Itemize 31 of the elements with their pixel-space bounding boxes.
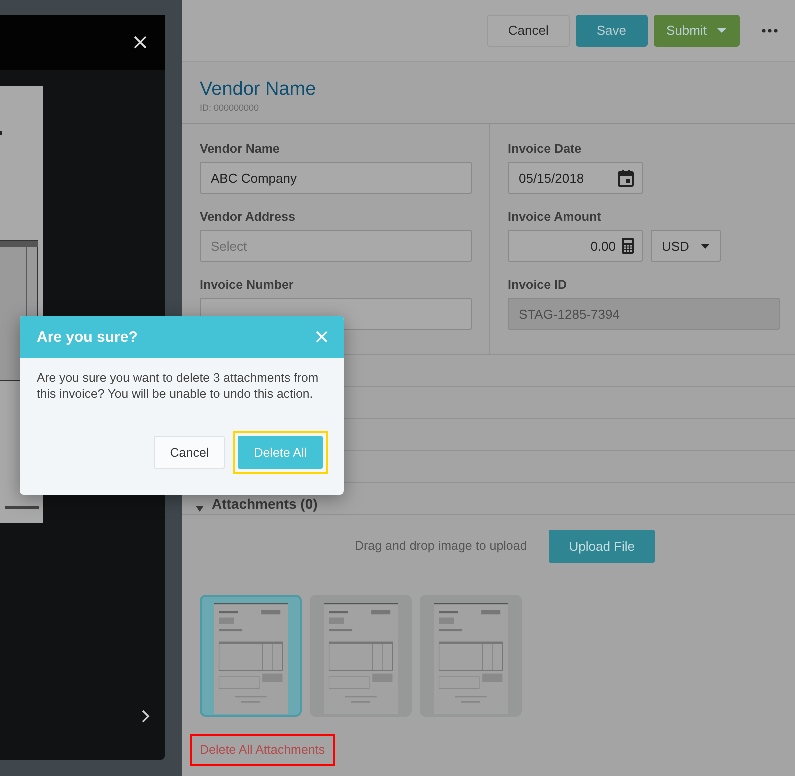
calculator-icon [622,238,634,254]
cancel-button[interactable]: Cancel [487,14,570,46]
text-field[interactable]: Select [200,230,472,262]
currency-select[interactable]: USD [651,230,721,262]
dialog-title: Are you sure? [37,328,138,346]
upload-button[interactable]: Upload File [549,530,656,562]
field-label: Invoice Date [508,142,583,156]
date-field[interactable]: 05/15/2018 [508,162,643,194]
more-icon[interactable] [762,28,778,32]
attachment-thumbnail[interactable] [310,595,412,717]
field-label: Invoice ID [508,278,568,292]
upload-hint: Drag and drop image to upload [354,539,528,553]
vendor-title: Vendor Name [200,79,318,101]
field-label: Vendor Name [200,142,281,156]
chevron-right-icon[interactable] [142,710,150,723]
caret-icon [717,28,727,33]
calendar-icon [618,170,634,186]
caret-icon[interactable] [196,506,204,512]
field-label: Invoice Number [200,278,295,292]
amount-field[interactable]: 0.00 [508,230,643,262]
field-label: Invoice Amount [508,210,602,224]
cancel-button[interactable]: Cancel [154,436,226,469]
attachment-thumbnail[interactable] [420,595,522,717]
dialog-message: Are you sure you want to delete 3 attachments from this invoice? You will be unable to undo this action. [36,370,320,403]
text-field[interactable]: ABC Company [200,162,472,194]
caret-icon [701,244,710,248]
vendor-id: ID: 000000000 [200,103,260,113]
section-title: Attachments (0) [212,496,318,512]
field-label: Vendor Address [200,210,296,224]
close-icon[interactable] [134,36,147,49]
attachment-thumbnail[interactable] [200,595,302,717]
